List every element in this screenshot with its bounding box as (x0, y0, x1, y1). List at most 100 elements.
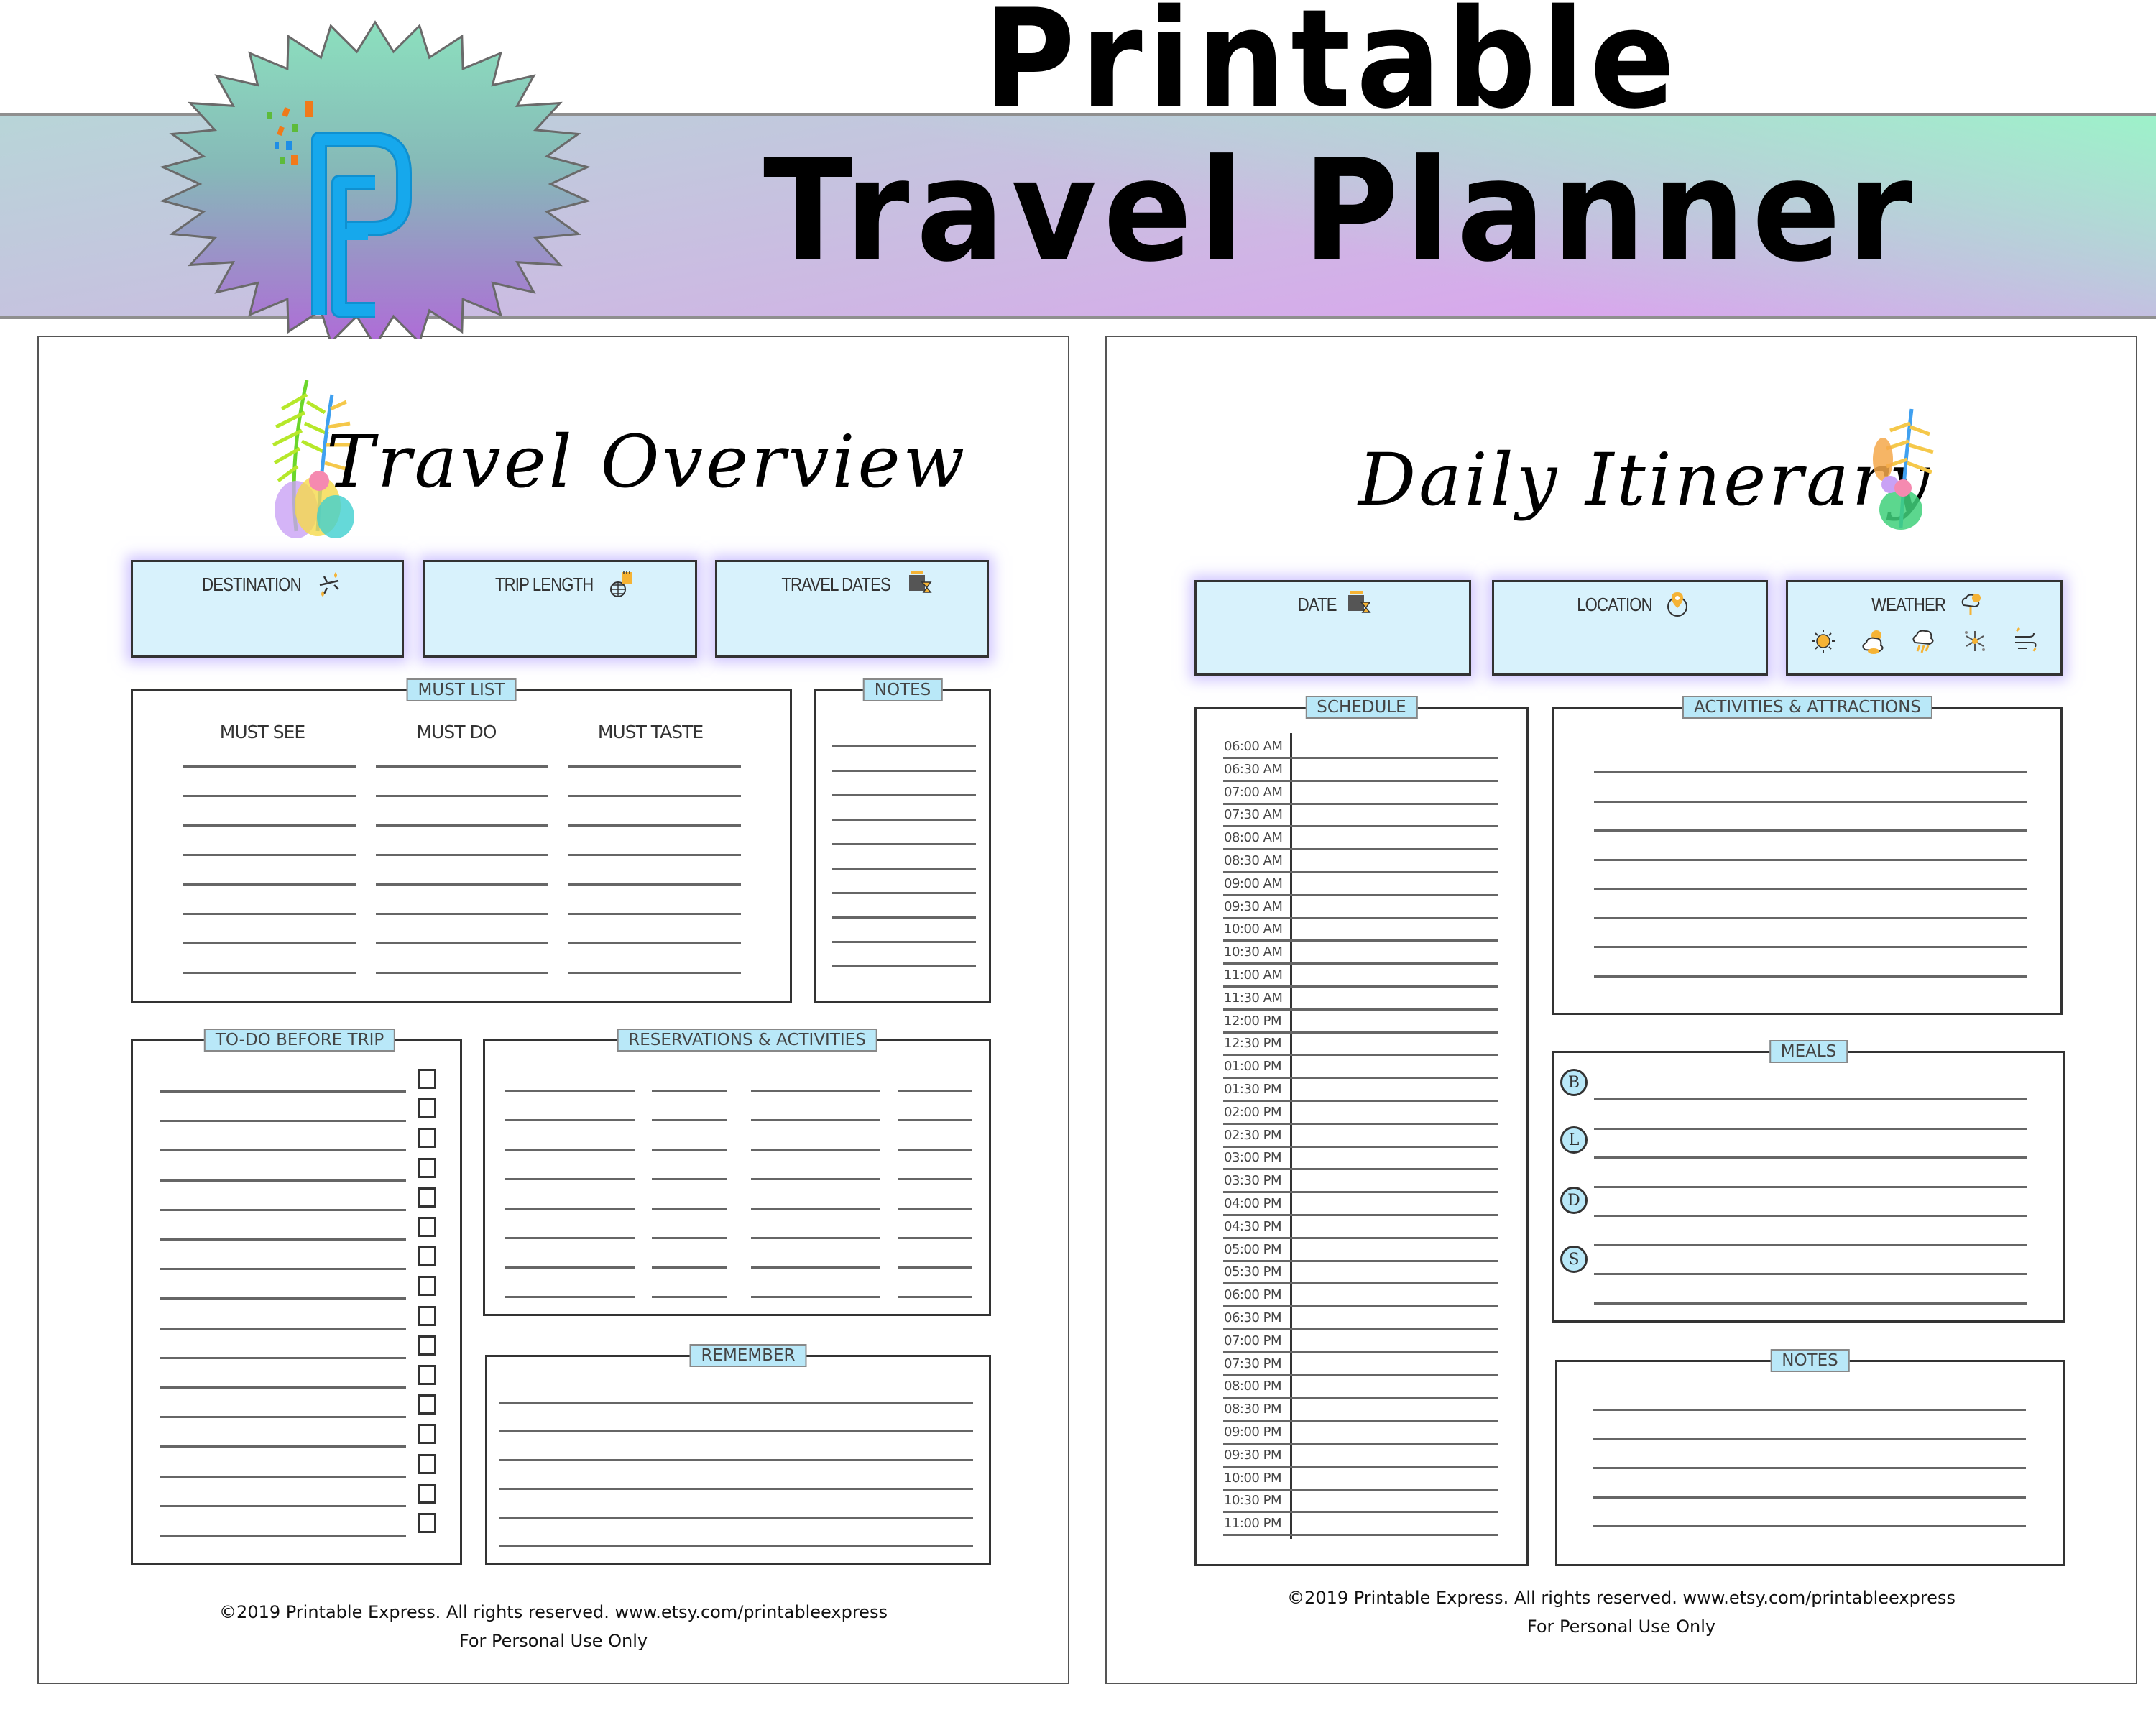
reservation-line[interactable] (898, 1296, 972, 1298)
notes-line[interactable] (832, 745, 976, 748)
reservation-line[interactable] (751, 1208, 880, 1210)
meal-line[interactable] (1594, 1156, 2027, 1159)
schedule-slot-line[interactable] (1223, 962, 1498, 965)
schedule-slot-line[interactable] (1223, 1236, 1498, 1239)
must-list-line[interactable] (568, 795, 741, 797)
activity-line[interactable] (1594, 829, 2027, 832)
todo-line[interactable] (160, 1238, 406, 1241)
todo-line[interactable] (160, 1535, 406, 1537)
notes-line[interactable] (1593, 1496, 2026, 1499)
todo-checkbox[interactable] (418, 1217, 436, 1237)
must-list-line[interactable] (183, 765, 356, 768)
reservation-line[interactable] (751, 1090, 880, 1092)
schedule-slot-line[interactable] (1223, 871, 1498, 873)
todo-line[interactable] (160, 1208, 406, 1211)
must-list-line[interactable] (183, 942, 356, 944)
reservation-line[interactable] (751, 1119, 880, 1121)
reservation-line[interactable] (898, 1119, 972, 1121)
reservation-line[interactable] (505, 1119, 635, 1121)
todo-checkbox[interactable] (418, 1365, 436, 1385)
schedule-slot-line[interactable] (1223, 779, 1498, 782)
meal-line[interactable] (1594, 1098, 2027, 1100)
schedule-slot-line[interactable] (1223, 916, 1498, 919)
todo-line[interactable] (160, 1445, 406, 1448)
todo-checkbox[interactable] (418, 1424, 436, 1445)
reservation-line[interactable] (505, 1296, 635, 1298)
todo-line[interactable] (160, 1149, 406, 1152)
schedule-slot-line[interactable] (1223, 1511, 1498, 1514)
sunny-icon[interactable] (1810, 627, 1836, 656)
notes-line[interactable] (832, 770, 976, 772)
reservation-line[interactable] (751, 1178, 880, 1180)
notes-line[interactable] (832, 794, 976, 796)
reservation-line[interactable] (751, 1149, 880, 1151)
reservation-line[interactable] (652, 1237, 727, 1239)
todo-checkbox[interactable] (418, 1069, 436, 1089)
notes-line[interactable] (1593, 1467, 2026, 1469)
must-list-line[interactable] (568, 765, 741, 768)
reservation-line[interactable] (898, 1266, 972, 1269)
schedule-slot-line[interactable] (1223, 1077, 1498, 1080)
todo-line[interactable] (160, 1504, 406, 1507)
todo-line[interactable] (160, 1179, 406, 1182)
meal-line[interactable] (1594, 1243, 2027, 1246)
activity-line[interactable] (1594, 946, 2027, 948)
must-list-line[interactable] (183, 795, 356, 797)
reservation-line[interactable] (652, 1178, 727, 1180)
schedule-slot-line[interactable] (1223, 1397, 1498, 1399)
notes-line[interactable] (832, 868, 976, 870)
notes-line[interactable] (832, 941, 976, 943)
meal-line[interactable] (1594, 1273, 2027, 1275)
reservation-line[interactable] (898, 1178, 972, 1180)
trip-length-field[interactable]: TRIP LENGTH (423, 560, 697, 658)
meal-line[interactable] (1594, 1302, 2027, 1305)
date-field[interactable]: DATE (1194, 580, 1471, 676)
notes-line[interactable] (1593, 1525, 2026, 1527)
meal-line[interactable] (1594, 1215, 2027, 1217)
schedule-slot-line[interactable] (1223, 802, 1498, 805)
notes-section[interactable]: NOTES (814, 678, 991, 1003)
must-list-line[interactable] (376, 913, 548, 915)
destination-field[interactable]: DESTINATION (131, 560, 404, 658)
schedule-slot-line[interactable] (1223, 939, 1498, 942)
todo-checkbox[interactable] (418, 1513, 436, 1533)
schedule-slot-line[interactable] (1223, 1008, 1498, 1011)
activity-line[interactable] (1594, 771, 2027, 773)
must-list-line[interactable] (568, 913, 741, 915)
schedule-slot-line[interactable] (1223, 1145, 1498, 1148)
todo-checkbox[interactable] (418, 1098, 436, 1119)
must-list-line[interactable] (376, 883, 548, 886)
schedule-slot-line[interactable] (1223, 1488, 1498, 1491)
must-list-line[interactable] (568, 883, 741, 886)
todo-checkbox[interactable] (418, 1305, 436, 1326)
reservation-line[interactable] (898, 1237, 972, 1239)
reservation-line[interactable] (751, 1296, 880, 1298)
must-list-line[interactable] (376, 795, 548, 797)
todo-line[interactable] (160, 1090, 406, 1092)
reservation-line[interactable] (751, 1266, 880, 1269)
must-list-line[interactable] (183, 972, 356, 974)
reservation-line[interactable] (898, 1208, 972, 1210)
notes-line[interactable] (832, 892, 976, 894)
notes-line[interactable] (832, 965, 976, 967)
schedule-slot-line[interactable] (1223, 757, 1498, 759)
remember-line[interactable] (499, 1402, 973, 1404)
schedule-slot-line[interactable] (1223, 825, 1498, 828)
schedule-slot-line[interactable] (1223, 1351, 1498, 1353)
notes-line[interactable] (1593, 1409, 2026, 1411)
must-list-line[interactable] (376, 824, 548, 827)
schedule-slot-line[interactable] (1223, 1305, 1498, 1308)
notes-line[interactable] (1593, 1438, 2026, 1440)
reservation-line[interactable] (505, 1178, 635, 1180)
must-list-line[interactable] (183, 854, 356, 856)
remember-line[interactable] (499, 1545, 973, 1547)
todo-line[interactable] (160, 1297, 406, 1300)
reservation-line[interactable] (898, 1149, 972, 1151)
todo-checkbox[interactable] (418, 1335, 436, 1356)
must-list-line[interactable] (183, 883, 356, 886)
schedule-slot-line[interactable] (1223, 1443, 1498, 1445)
schedule-slot-line[interactable] (1223, 1168, 1498, 1171)
schedule-slot-line[interactable] (1223, 893, 1498, 896)
must-list-line[interactable] (183, 913, 356, 915)
schedule-slot-line[interactable] (1223, 1214, 1498, 1216)
